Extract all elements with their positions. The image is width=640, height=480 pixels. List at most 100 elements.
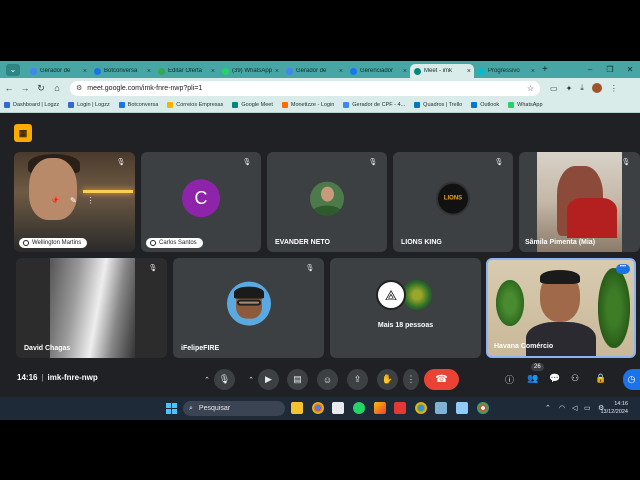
bookmark-item[interactable]: Quadros | Trello (414, 102, 462, 108)
participant-tile-carlos[interactable]: 🎙 C Carlos Santos (141, 152, 261, 252)
meeting-code[interactable]: imk-fnre-nwp (48, 373, 98, 382)
browser-tab[interactable]: (39) WhatsApp × (218, 64, 282, 78)
taskbar-clock[interactable]: 14:16 13/12/2024 (600, 400, 628, 416)
volume-icon[interactable]: ◁ (572, 404, 577, 412)
video-options-chevron-icon[interactable]: ⌃ (245, 369, 257, 390)
app-icon[interactable] (435, 402, 447, 414)
participant-tile-ifelipe[interactable]: 🎙 iFelipeFIRE (173, 258, 324, 358)
tab-close-icon[interactable]: × (83, 68, 87, 75)
captions-button[interactable]: ▤ (287, 369, 308, 390)
audio-options-chevron-icon[interactable]: ⌃ (201, 369, 213, 390)
raise-hand-button[interactable]: ✋ (377, 369, 398, 390)
chrome-icon[interactable] (312, 402, 324, 414)
browser-tab[interactable]: Progressivo × (474, 64, 538, 78)
participant-tile-evander[interactable]: 🎙 EVANDER NETO (267, 152, 387, 252)
tab-search-button[interactable]: ⌄ (6, 63, 20, 76)
tab-close-icon[interactable]: × (403, 68, 407, 75)
chat-icon[interactable]: 💬 (549, 373, 560, 384)
minimize-icon[interactable]: – (580, 65, 600, 74)
bookmark-item[interactable]: WhatsApp (508, 102, 543, 108)
browser-tab[interactable]: Gerenciador × (346, 64, 410, 78)
downloads-icon[interactable]: ⤓ (580, 83, 584, 93)
participant-name: Wellington Martins (32, 240, 82, 246)
home-icon[interactable]: ⌂ (50, 83, 64, 93)
chrome-profile-icon[interactable] (415, 402, 427, 414)
participant-tile-havana[interactable]: ••• Havana Comércio (486, 258, 636, 358)
forward-icon[interactable]: → (18, 83, 32, 93)
more-participants-tile[interactable]: ⟁ Mais 18 pessoas (330, 258, 481, 358)
participant-tile-wellington[interactable]: 📌 ✎ ⋮ 🎙 Wellington Martins (14, 152, 135, 252)
browser-tab[interactable]: Gerador de × (282, 64, 346, 78)
extensions-icon[interactable]: ✦ (566, 84, 573, 93)
whatsapp-icon[interactable] (353, 402, 365, 414)
bookmark-item[interactable]: Google Meet (232, 102, 273, 108)
people-icon[interactable]: 👥 (527, 373, 538, 384)
file-explorer-icon[interactable] (291, 402, 303, 414)
participant-tile-lions[interactable]: 🎙 LIONS LIONS KING (393, 152, 513, 252)
browser-tab[interactable]: Meet - imk × (410, 64, 474, 78)
browser-tab[interactable]: Editar Oferta × (154, 64, 218, 78)
speaking-indicator-icon: ••• (616, 264, 630, 274)
tab-close-icon[interactable]: × (339, 68, 343, 75)
tab-favicon-icon (30, 67, 37, 75)
address-bar[interactable]: ⚙ meet.google.com/imk-fnre-nwp?pli=1 ☆ (70, 80, 540, 96)
present-button[interactable]: ⇪ (347, 369, 368, 390)
battery-icon[interactable]: ▭ (584, 404, 591, 412)
bookmark-star-icon[interactable]: ☆ (527, 84, 534, 93)
tab-label: Progressivo (488, 68, 520, 74)
close-window-icon[interactable]: ✕ (620, 65, 640, 74)
bookmark-item[interactable]: Botconversa (118, 102, 158, 108)
profile-avatar[interactable] (591, 83, 602, 93)
companion-mode-button[interactable]: ◷ (623, 369, 640, 390)
tab-close-icon[interactable]: × (275, 68, 279, 75)
cast-icon[interactable]: ▭ (550, 84, 558, 93)
menu-icon[interactable]: ⋮ (610, 84, 618, 93)
microphone-button[interactable]: 🎙 (214, 369, 235, 390)
activities-icon[interactable]: ⚇ (571, 373, 579, 384)
participant-tile-david[interactable]: 🎙 David Chagas (16, 258, 167, 358)
recorder-icon[interactable] (394, 402, 406, 414)
pin-icon[interactable]: 📌 (50, 196, 60, 205)
tab-label: Gerenciador (360, 68, 394, 74)
more-options-icon[interactable]: ⋮ (87, 196, 95, 205)
back-icon[interactable]: ← (2, 83, 16, 93)
tab-close-icon[interactable]: × (467, 68, 471, 75)
leave-call-button[interactable]: ☎ (424, 369, 459, 390)
camera-button[interactable]: ▶ (258, 369, 279, 390)
bookmark-item[interactable]: Monetizze - Login (281, 102, 334, 108)
photos-icon[interactable] (456, 402, 468, 414)
bookmark-item[interactable]: Dashboard | Logzz (4, 102, 59, 108)
browser-tab-strip: ⌄ Gerador de × Botconversa × Editar Oferta ×(… (0, 61, 640, 78)
tab-close-icon[interactable]: × (211, 68, 215, 75)
bookmark-item[interactable]: Login | Logzz (68, 102, 110, 108)
tray-chevron-icon[interactable]: ⌃ (545, 404, 551, 412)
tab-close-icon[interactable]: × (531, 68, 535, 75)
more-options-button[interactable]: ⋮ (403, 369, 419, 390)
app-icon[interactable] (374, 402, 386, 414)
bookmark-item[interactable]: Outlook (471, 102, 499, 108)
bookmark-label: Gerador de CPF - 4... (352, 102, 406, 108)
chrome-canary-icon[interactable] (477, 402, 489, 414)
reactions-button[interactable]: ☺ (317, 369, 338, 390)
taskbar-search[interactable]: ⌕ Pesquisar (183, 401, 285, 416)
store-icon[interactable] (332, 402, 344, 414)
browser-tab[interactable]: Botconversa × (90, 64, 154, 78)
maximize-icon[interactable]: ❐ (600, 65, 620, 74)
bookmark-item[interactable]: Correios Empresas (167, 102, 223, 108)
tab-close-icon[interactable]: × (147, 68, 151, 75)
reload-icon[interactable]: ↻ (34, 83, 48, 94)
windows-start-icon[interactable] (166, 403, 177, 414)
tab-favicon-icon (286, 67, 293, 75)
mute-participant-icon[interactable]: ✎ (70, 196, 77, 205)
site-info-icon[interactable]: ⚙ (76, 84, 82, 92)
host-controls-icon[interactable]: 🔒 (595, 373, 606, 384)
bookmark-item[interactable]: Gerador de CPF - 4... (343, 102, 405, 108)
new-tab-button[interactable]: + (542, 64, 548, 75)
wifi-icon[interactable]: ◠ (559, 404, 565, 412)
browser-tab[interactable]: Gerador de × (26, 64, 90, 78)
meeting-details-icon[interactable]: ⓘ (505, 373, 514, 386)
bookmark-favicon-icon (167, 102, 174, 108)
participant-count-badge: 26 (531, 363, 544, 371)
url-text[interactable]: meet.google.com/imk-fnre-nwp?pli=1 (87, 85, 527, 92)
participant-tile-samila[interactable]: 🎙 Sâmila Pimenta (Mia) (519, 152, 640, 252)
